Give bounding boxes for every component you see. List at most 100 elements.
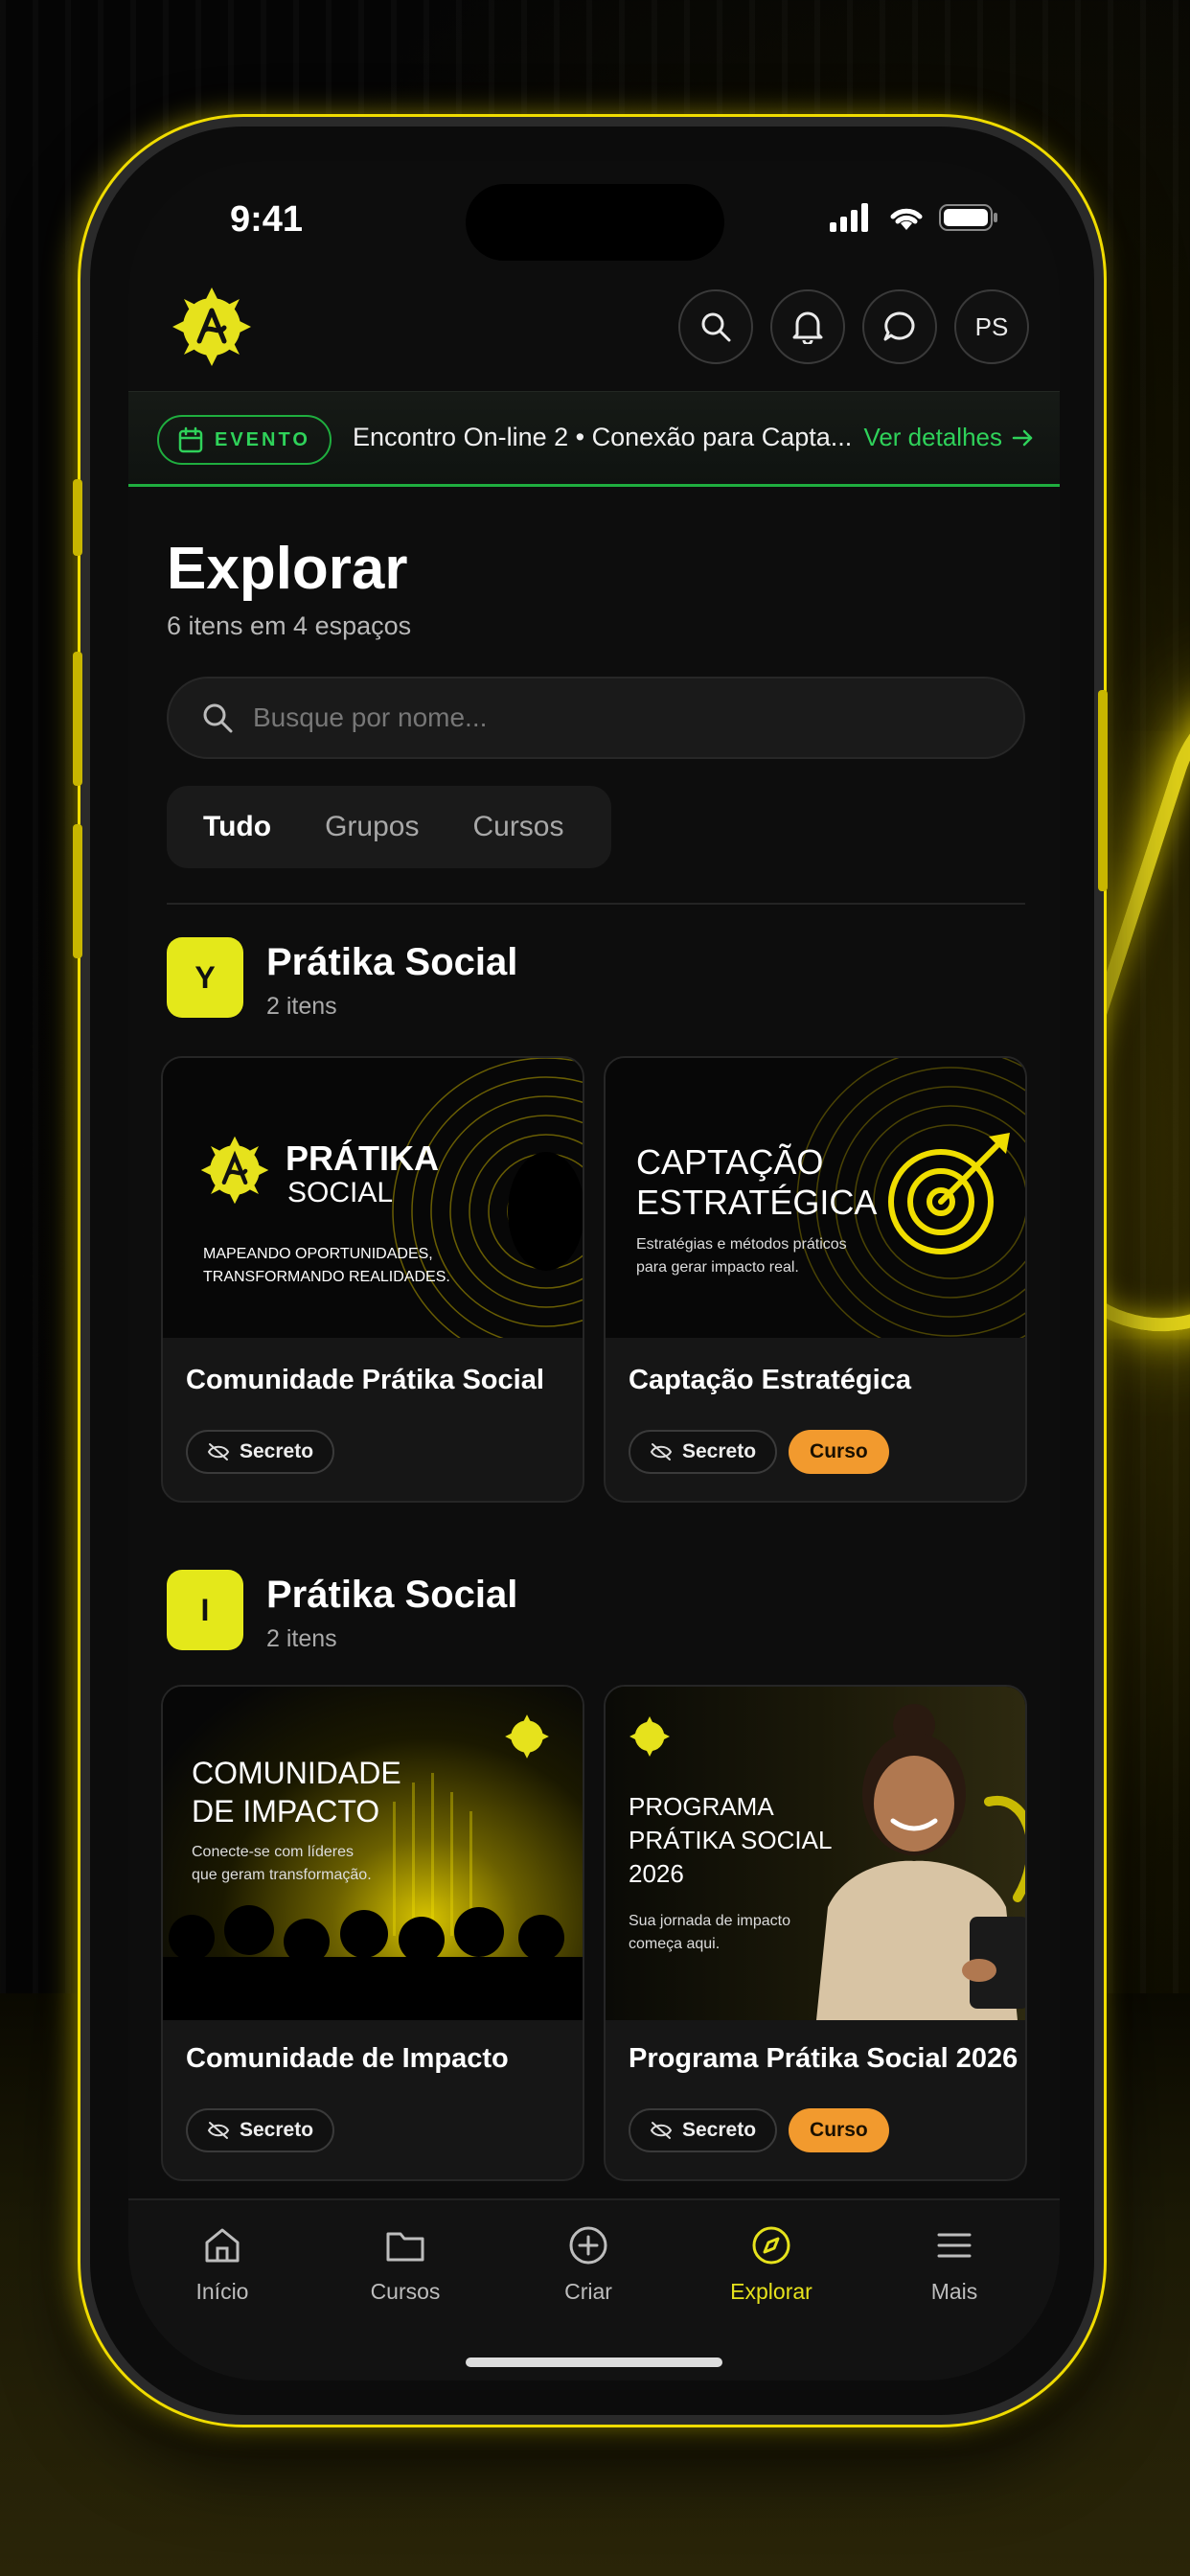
plus-circle-icon	[569, 2226, 607, 2265]
nav-item-mais[interactable]: Mais	[878, 2223, 1031, 2305]
profile-avatar[interactable]: PS	[954, 289, 1029, 364]
eye-off-icon	[650, 2122, 673, 2139]
search-button[interactable]	[678, 289, 753, 364]
thumb-line2: PRÁTIKA SOCIAL	[629, 1826, 833, 1854]
bottom-navigation: Início Cursos Criar Explorar Mais	[128, 2198, 1060, 2380]
nav-label: Início	[195, 2279, 249, 2304]
card-programa-pratika-social-2026[interactable]: PROGRAMA PRÁTIKA SOCIAL 2026 Sua jornada…	[604, 1685, 1027, 2181]
menu-icon	[937, 2233, 972, 2258]
thumb-line2: ESTRATÉGICA	[636, 1183, 878, 1222]
chat-bubble-icon	[883, 311, 915, 341]
space-title: Prátika Social	[266, 941, 518, 983]
tab-grupos[interactable]: Grupos	[298, 795, 446, 859]
nav-item-explorar[interactable]: Explorar	[695, 2223, 848, 2305]
nav-item-inicio[interactable]: Início	[146, 2223, 299, 2305]
card-thumbnail: PRÁTIKA SOCIAL MAPEANDO OPORTUNIDADES, T…	[163, 1058, 583, 1338]
search-input[interactable]	[253, 702, 981, 733]
nav-label: Criar	[564, 2279, 612, 2304]
secret-badge: Secreto	[629, 2108, 778, 2152]
event-banner[interactable]: EVENTO Encontro On-line 2 • Conexão para…	[128, 391, 1060, 487]
card-title: Comunidade de Impacto	[186, 2043, 509, 2074]
notifications-button[interactable]	[770, 289, 845, 364]
event-details-label: Ver detalhes	[863, 423, 1002, 451]
status-bar: 9:41	[128, 161, 1060, 276]
page-title: Explorar	[167, 536, 408, 602]
pratika-logo-icon	[505, 1714, 549, 1759]
space-item-count: 2 itens	[266, 993, 337, 1020]
card-chips: Secreto Curso	[629, 2108, 889, 2152]
app-header: PS	[128, 276, 1060, 391]
page-subtitle: 6 itens em 4 espaços	[167, 611, 412, 640]
thumb-tagline2: que geram transformação.	[192, 1867, 372, 1883]
event-badge: EVENTO	[157, 415, 332, 465]
eye-off-icon	[650, 1443, 673, 1460]
thumb-line1: PROGRAMA	[629, 1792, 774, 1821]
thumb-line1: COMUNIDADE	[192, 1756, 401, 1790]
event-title: Encontro On-line 2 • Conexão para Capta.…	[353, 423, 853, 451]
card-captacao-estrategica[interactable]: CAPTAÇÃO ESTRATÉGICA Estratégias e métod…	[604, 1056, 1027, 1503]
signal-icon	[830, 203, 868, 232]
pratika-logo-icon	[200, 1136, 269, 1205]
event-details-link[interactable]: Ver detalhes	[863, 423, 1035, 452]
card-thumbnail: PROGRAMA PRÁTIKA SOCIAL 2026 Sua jornada…	[606, 1687, 1025, 2020]
secret-badge: Secreto	[186, 2108, 335, 2152]
event-badge-label: EVENTO	[215, 428, 310, 450]
search-icon	[203, 703, 233, 733]
phone-volume-down	[73, 824, 82, 958]
status-icons	[830, 203, 998, 232]
eye-off-icon	[207, 2122, 230, 2139]
home-icon	[205, 2228, 240, 2263]
thumb-tagline1: Estratégias e métodos práticos	[636, 1236, 847, 1253]
section-divider	[167, 903, 1025, 905]
card-chips: Secreto	[186, 2108, 335, 2152]
tab-tudo[interactable]: Tudo	[176, 795, 298, 859]
compass-icon	[752, 2226, 790, 2265]
card-chips: Secreto	[186, 1430, 335, 1474]
eye-off-icon	[207, 1443, 230, 1460]
status-time: 9:41	[230, 199, 304, 240]
nav-item-cursos[interactable]: Cursos	[329, 2223, 482, 2305]
messages-button[interactable]	[862, 289, 937, 364]
phone-volume-up	[73, 652, 82, 786]
app-logo-icon[interactable]	[171, 286, 253, 368]
secret-label: Secreto	[240, 1440, 314, 1462]
space-header[interactable]: Y Prátika Social 2 itens	[167, 937, 1025, 1024]
thumb-tagline2: para gerar impacto real.	[636, 1259, 799, 1276]
home-indicator[interactable]	[466, 2358, 722, 2367]
card-comunidade-de-impacto[interactable]: COMUNIDADE DE IMPACTO Conecte-se com líd…	[161, 1685, 584, 2181]
space-avatar: Y	[167, 937, 243, 1018]
secret-label: Secreto	[682, 2119, 757, 2141]
thumb-line2: SOCIAL	[287, 1177, 394, 1208]
space-header[interactable]: I Prátika Social 2 itens	[167, 1570, 1025, 1656]
folder-icon	[386, 2232, 424, 2262]
phone-power-button	[1098, 690, 1108, 891]
nav-item-criar[interactable]: Criar	[512, 2223, 665, 2305]
thumb-line1: PRÁTIKA	[286, 1138, 439, 1178]
nav-label: Cursos	[370, 2279, 441, 2304]
thumb-tagline2: começa aqui.	[629, 1936, 721, 1952]
phone-side-button	[73, 479, 82, 556]
secret-badge: Secreto	[186, 1430, 335, 1474]
dynamic-island	[466, 184, 724, 261]
app-screen: 9:41 PS EVENTO Encontro On-line 2 • Cone…	[128, 161, 1060, 2380]
pratika-logo-icon	[629, 1716, 670, 1757]
search-icon	[701, 312, 731, 342]
thumb-tagline1: Conecte-se com líderes	[192, 1844, 354, 1860]
search-bar[interactable]	[167, 677, 1025, 759]
battery-icon	[939, 204, 997, 231]
space-item-count: 2 itens	[266, 1625, 337, 1652]
nav-label: Explorar	[730, 2279, 812, 2304]
card-comunidade-pratika-social[interactable]: PRÁTIKA SOCIAL MAPEANDO OPORTUNIDADES, T…	[161, 1056, 584, 1503]
thumb-line1: CAPTAÇÃO	[636, 1142, 824, 1182]
curso-badge: Curso	[789, 2108, 889, 2152]
wifi-icon	[890, 208, 923, 230]
card-chips: Secreto Curso	[629, 1430, 889, 1474]
card-thumbnail: COMUNIDADE DE IMPACTO Conecte-se com líd…	[163, 1687, 583, 2020]
nav-label: Mais	[930, 2279, 978, 2304]
card-title: Programa Prátika Social 2026	[629, 2043, 1018, 2074]
secret-label: Secreto	[240, 2119, 314, 2141]
filter-tabs: Tudo Grupos Cursos	[167, 786, 611, 868]
tab-cursos[interactable]: Cursos	[446, 795, 590, 859]
bell-icon	[792, 311, 823, 344]
secret-label: Secreto	[682, 1440, 757, 1462]
